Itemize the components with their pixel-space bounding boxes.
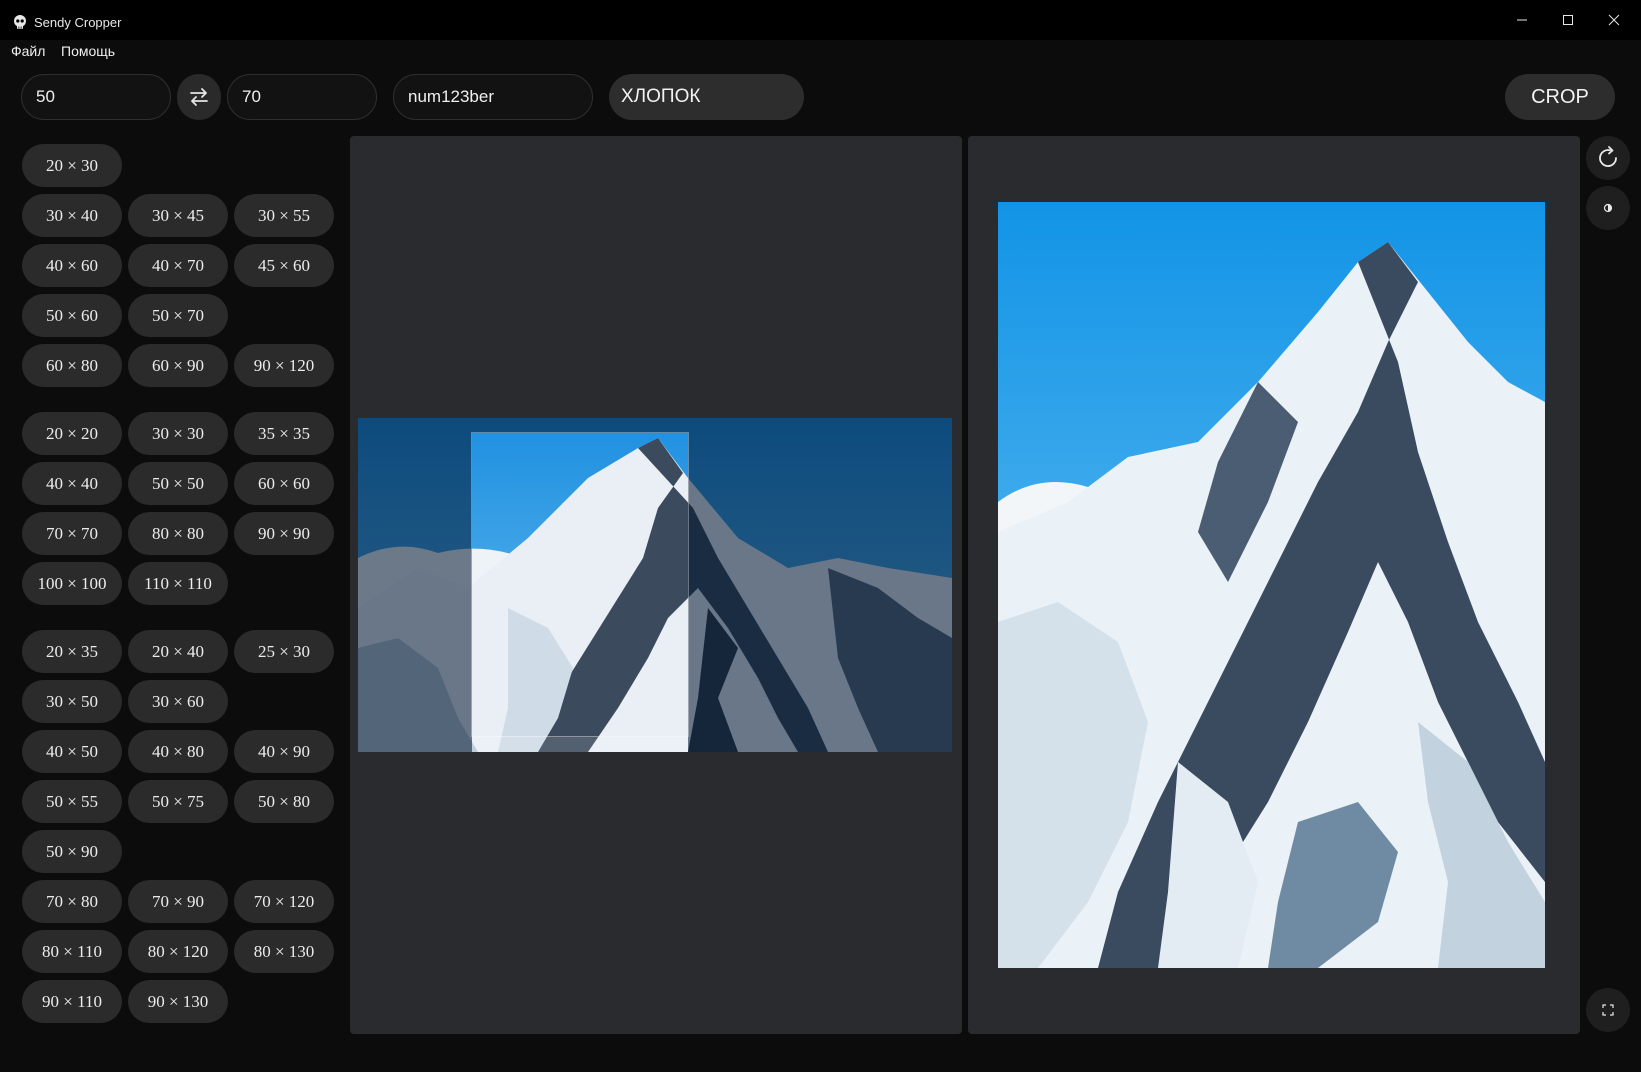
fullscreen-button[interactable]	[1586, 988, 1630, 1032]
size-preset-button[interactable]: 50 × 75	[128, 780, 228, 823]
preview-panel	[968, 136, 1580, 1034]
size-preset-button[interactable]: 20 × 30	[22, 144, 122, 187]
maximize-button[interactable]	[1545, 0, 1591, 40]
size-preset-button[interactable]: 110 × 110	[128, 562, 228, 605]
size-preset-button[interactable]: 40 × 40	[22, 462, 122, 505]
size-preset-button[interactable]: 30 × 50	[22, 680, 122, 723]
mountain-peak-image	[998, 202, 1545, 968]
minimize-button[interactable]	[1499, 0, 1545, 40]
size-preset-button[interactable]: 20 × 40	[128, 630, 228, 673]
close-button[interactable]	[1591, 0, 1637, 40]
height-input[interactable]: 70	[227, 74, 377, 120]
skull-icon	[14, 15, 26, 29]
contrast-button[interactable]	[1586, 186, 1630, 230]
size-preset-button[interactable]: 50 × 70	[128, 294, 228, 337]
size-preset-button[interactable]: 70 × 80	[22, 880, 122, 923]
crop-selection-frame[interactable]	[472, 433, 688, 736]
window-title: Sendy Cropper	[34, 15, 122, 30]
size-preset-button[interactable]: 35 × 35	[234, 412, 334, 455]
swap-arrows-icon	[190, 88, 208, 106]
close-icon	[1608, 14, 1620, 26]
size-preset-button[interactable]: 60 × 80	[22, 344, 122, 387]
size-preset-button[interactable]: 45 × 60	[234, 244, 334, 287]
size-preset-button[interactable]: 70 × 90	[128, 880, 228, 923]
source-image[interactable]	[358, 418, 952, 752]
size-preset-button[interactable]: 25 × 30	[234, 630, 334, 673]
size-preset-button[interactable]: 50 × 80	[234, 780, 334, 823]
size-preset-button[interactable]: 50 × 90	[22, 830, 122, 873]
size-preset-button[interactable]: 60 × 60	[234, 462, 334, 505]
menu-file[interactable]: Файл	[11, 43, 45, 59]
size-preset-button[interactable]: 80 × 110	[22, 930, 122, 973]
size-preset-button[interactable]: 90 × 90	[234, 512, 334, 555]
size-preset-button[interactable]: 60 × 90	[128, 344, 228, 387]
size-preset-button[interactable]: 100 × 100	[22, 562, 122, 605]
size-preset-button[interactable]: 90 × 130	[128, 980, 228, 1023]
maximize-icon	[1563, 15, 1573, 25]
minimize-icon	[1517, 19, 1527, 21]
title-bar: Sendy Cropper	[0, 0, 1641, 40]
crop-button[interactable]: CROP	[1505, 74, 1615, 120]
size-preset-button[interactable]: 20 × 35	[22, 630, 122, 673]
source-panel	[350, 136, 962, 1034]
size-preset-button[interactable]: 50 × 60	[22, 294, 122, 337]
size-preset-button[interactable]: 30 × 45	[128, 194, 228, 237]
size-preset-button[interactable]: 40 × 70	[128, 244, 228, 287]
size-preset-button[interactable]: 80 × 130	[234, 930, 334, 973]
size-preset-button[interactable]: 70 × 120	[234, 880, 334, 923]
size-preset-button[interactable]: 40 × 50	[22, 730, 122, 773]
size-preset-button[interactable]: 40 × 90	[234, 730, 334, 773]
size-preset-button[interactable]: 40 × 80	[128, 730, 228, 773]
size-preset-button[interactable]: 80 × 120	[128, 930, 228, 973]
crop-handle-bottom[interactable]	[472, 736, 688, 752]
size-preset-button[interactable]: 20 × 20	[22, 412, 122, 455]
size-preset-button[interactable]: 30 × 55	[234, 194, 334, 237]
crop-mask-left	[358, 418, 472, 752]
size-preset-button[interactable]: 50 × 50	[128, 462, 228, 505]
size-preset-button[interactable]: 30 × 40	[22, 194, 122, 237]
size-preset-button[interactable]: 80 × 80	[128, 512, 228, 555]
rotate-button[interactable]	[1586, 136, 1630, 180]
size-preset-button[interactable]: 30 × 30	[128, 412, 228, 455]
fullscreen-icon	[1602, 1004, 1614, 1016]
material-select[interactable]: ХЛОПОК	[609, 74, 804, 120]
size-preset-button[interactable]: 50 × 55	[22, 780, 122, 823]
size-preset-button[interactable]: 40 × 60	[22, 244, 122, 287]
menu-bar: Файл Помощь	[0, 40, 1641, 64]
size-preset-button[interactable]: 90 × 120	[234, 344, 334, 387]
swap-dimensions-button[interactable]	[177, 74, 221, 120]
crop-selection-image	[472, 433, 688, 736]
rotate-icon	[1599, 146, 1617, 167]
crop-mask-top	[472, 418, 688, 433]
size-preset-button[interactable]: 30 × 60	[128, 680, 228, 723]
size-preset-button[interactable]: 70 × 70	[22, 512, 122, 555]
width-input[interactable]: 50	[21, 74, 171, 120]
menu-help[interactable]: Помощь	[61, 43, 115, 59]
size-preset-button[interactable]: 90 × 110	[22, 980, 122, 1023]
order-number-input[interactable]: num123ber	[393, 74, 593, 120]
contrast-icon	[1603, 203, 1613, 213]
cropped-preview-image	[998, 202, 1545, 968]
crop-mask-right	[688, 418, 952, 752]
